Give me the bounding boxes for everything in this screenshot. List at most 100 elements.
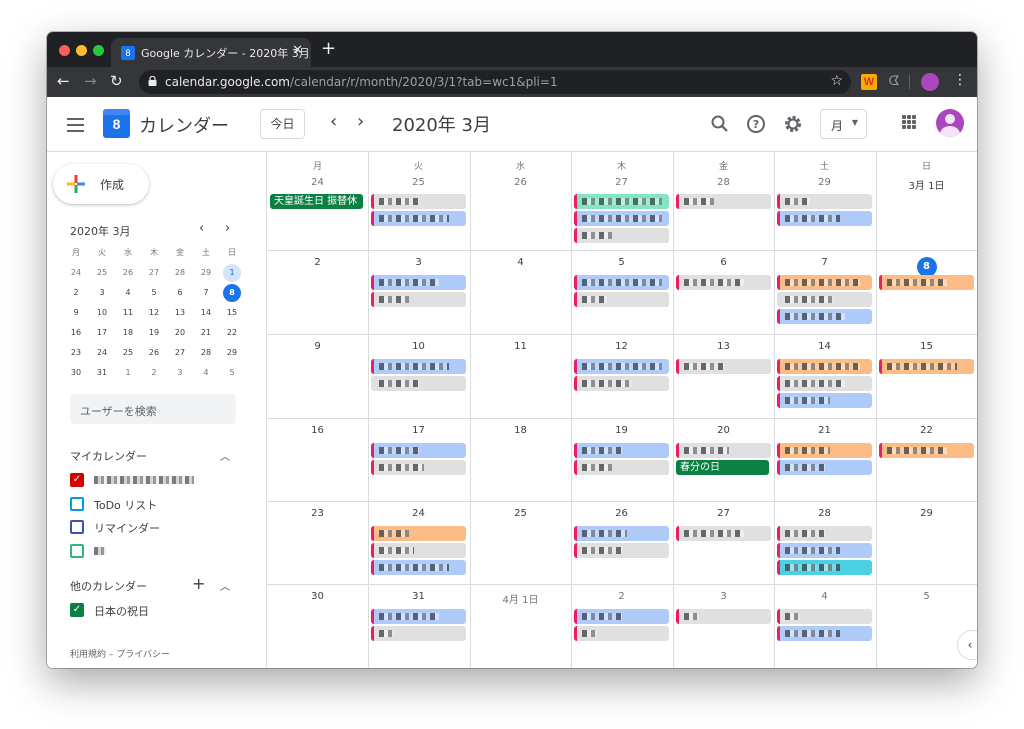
calendar-event[interactable] <box>371 292 466 307</box>
calendar-event[interactable] <box>777 194 872 209</box>
calendar-event[interactable] <box>777 460 872 475</box>
calendar-event[interactable] <box>574 609 669 624</box>
calendar-event[interactable] <box>574 543 669 558</box>
day-number[interactable]: 3 <box>673 591 774 602</box>
calendar-event[interactable] <box>879 359 974 374</box>
holiday-event[interactable]: 春分の日 <box>676 460 769 475</box>
mini-day[interactable]: 28 <box>167 263 193 283</box>
day-number[interactable]: 26 <box>470 177 571 188</box>
day-number[interactable]: 13 <box>673 341 774 352</box>
day-number[interactable]: 4 <box>774 591 875 602</box>
day-number[interactable]: 14 <box>774 341 875 352</box>
people-search-input[interactable]: ユーザーを検索 <box>70 394 236 424</box>
day-number[interactable]: 3月 1日 <box>876 177 977 192</box>
day-number[interactable]: 5 <box>571 257 672 268</box>
calendar-event[interactable] <box>777 393 872 408</box>
calendar-event[interactable] <box>777 543 872 558</box>
calendar-checkbox[interactable]: ✓ <box>70 603 84 617</box>
day-number[interactable]: 28 <box>673 177 774 188</box>
mini-day[interactable]: 25 <box>89 263 115 283</box>
mini-day[interactable]: 23 <box>63 343 89 363</box>
mini-day[interactable]: 6 <box>167 283 193 303</box>
day-number[interactable]: 2 <box>571 591 672 602</box>
calendar-event[interactable] <box>371 626 466 641</box>
day-number[interactable]: 4 <box>470 257 571 268</box>
calendar-event[interactable] <box>371 194 466 209</box>
mini-day[interactable]: 5 <box>219 363 245 383</box>
mini-next-icon[interactable]: › <box>225 221 230 236</box>
mini-day[interactable]: 30 <box>63 363 89 383</box>
profile-avatar-icon[interactable] <box>921 73 939 91</box>
calendar-event[interactable] <box>371 359 466 374</box>
day-number[interactable]: 10 <box>368 341 469 352</box>
day-number[interactable]: 5 <box>876 591 977 602</box>
calendar-event[interactable] <box>777 309 872 324</box>
mini-day[interactable]: 2 <box>63 283 89 303</box>
day-number[interactable]: 26 <box>571 508 672 519</box>
day-number[interactable]: 24 <box>368 508 469 519</box>
calendar-event[interactable] <box>777 359 872 374</box>
calendar-event[interactable] <box>574 228 669 243</box>
calendar-checkbox[interactable] <box>70 496 84 511</box>
calendar-event[interactable] <box>777 275 872 290</box>
mini-day[interactable]: 31 <box>89 363 115 383</box>
day-number[interactable]: 31 <box>368 591 469 602</box>
address-bar[interactable]: calendar.google.com/calendar/r/month/202… <box>139 70 851 94</box>
day-number[interactable]: 28 <box>774 508 875 519</box>
calendar-event[interactable] <box>574 376 669 391</box>
day-number[interactable]: 27 <box>673 508 774 519</box>
mini-day[interactable]: 27 <box>141 263 167 283</box>
collapse-caret-icon[interactable]: ︿ <box>220 448 230 463</box>
mini-day[interactable]: 1 <box>219 263 245 283</box>
day-number[interactable]: 2 <box>267 257 368 268</box>
day-number[interactable]: 16 <box>267 425 368 436</box>
mini-day[interactable]: 22 <box>219 323 245 343</box>
day-number[interactable]: 21 <box>774 425 875 436</box>
back-icon[interactable]: ← <box>57 72 70 90</box>
day-number[interactable]: 11 <box>470 341 571 352</box>
mini-day[interactable]: 26 <box>115 263 141 283</box>
calendar-event[interactable] <box>574 359 669 374</box>
calendar-event[interactable] <box>676 609 771 624</box>
mini-day[interactable]: 4 <box>115 283 141 303</box>
calendar-event[interactable] <box>574 211 669 226</box>
mini-day[interactable]: 18 <box>115 323 141 343</box>
calendar-event[interactable] <box>777 211 872 226</box>
previous-period-icon[interactable]: ‹ <box>330 111 337 132</box>
calendar-event[interactable] <box>371 376 466 391</box>
bookmark-star-icon[interactable]: ☆ <box>830 73 843 89</box>
day-number[interactable]: 20 <box>673 425 774 436</box>
calendar-event[interactable] <box>371 560 466 575</box>
mini-day[interactable]: 12 <box>141 303 167 323</box>
calendar-event[interactable] <box>371 609 466 624</box>
day-number[interactable]: 27 <box>571 177 672 188</box>
calendar-event[interactable] <box>777 443 872 458</box>
calendar-event[interactable] <box>676 526 771 541</box>
mini-day[interactable]: 14 <box>193 303 219 323</box>
mini-day[interactable]: 3 <box>167 363 193 383</box>
mini-day[interactable]: 7 <box>193 283 219 303</box>
mini-day[interactable]: 21 <box>193 323 219 343</box>
help-icon[interactable]: ? <box>744 112 768 136</box>
day-number[interactable]: 25 <box>470 508 571 519</box>
other-calendars-title[interactable]: 他のカレンダー <box>70 578 147 594</box>
maximize-window-button[interactable] <box>93 45 104 56</box>
mini-day[interactable]: 1 <box>115 363 141 383</box>
create-button[interactable]: 作成 <box>53 164 149 204</box>
mini-day[interactable]: 27 <box>167 343 193 363</box>
reload-icon[interactable]: ↻ <box>110 72 123 90</box>
day-number[interactable]: 6 <box>673 257 774 268</box>
calendar-logo-icon[interactable]: 8 <box>103 109 130 138</box>
day-number[interactable]: 9 <box>267 341 368 352</box>
calendar-event[interactable] <box>574 626 669 641</box>
mini-day[interactable]: 3 <box>89 283 115 303</box>
today-button[interactable]: 今日 <box>260 109 305 139</box>
day-number[interactable]: 17 <box>368 425 469 436</box>
calendar-event[interactable] <box>371 443 466 458</box>
calendar-event[interactable] <box>777 292 872 307</box>
mini-day[interactable]: 16 <box>63 323 89 343</box>
collapse-caret-icon[interactable]: ︿ <box>220 578 230 593</box>
calendar-event[interactable] <box>879 275 974 290</box>
calendar-checkbox[interactable] <box>70 543 84 558</box>
mini-day[interactable]: 19 <box>141 323 167 343</box>
